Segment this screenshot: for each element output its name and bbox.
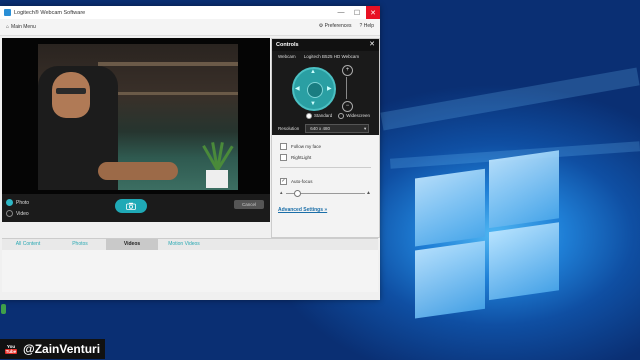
rightlight-checkbox[interactable]: RightLight (280, 154, 379, 161)
content-tabs: All Content Photos Videos Motion Videos (2, 238, 378, 250)
resolution-label: Resolution (278, 126, 300, 131)
mode-photo[interactable]: Photo (6, 199, 29, 206)
main-menu-label: Main Menu (11, 24, 36, 30)
tab-all-content[interactable]: All Content (2, 239, 54, 250)
preferences-label: Preferences (324, 23, 352, 29)
help-label: Help (363, 23, 374, 29)
controls-close-button[interactable]: ✕ (369, 40, 375, 48)
radio-icon (6, 210, 13, 217)
camera-icon (126, 202, 136, 210)
arrow-right-icon[interactable]: ▶ (327, 85, 332, 92)
arrow-up-icon[interactable]: ▲ (310, 69, 316, 75)
desktop-shortcut-icon[interactable] (1, 304, 6, 314)
main-menu-button[interactable]: ⌂ Main Menu (6, 24, 36, 30)
resolution-select[interactable]: 640 x 480 ▾ (305, 124, 370, 133)
zoom-out-icon[interactable]: − (342, 101, 353, 112)
checkbox-icon (280, 143, 287, 150)
standard-radio[interactable]: Standard (306, 113, 332, 119)
resolution-value: 640 x 480 (310, 126, 331, 131)
autofocus-label: Auto-focus (291, 179, 313, 184)
widescreen-radio[interactable]: Widescreen (338, 113, 370, 119)
home-icon: ⌂ (6, 24, 10, 30)
menu-bar: ⌂ Main Menu ⚙ Preferences ? Help (0, 19, 380, 36)
mode-video-label: Video (16, 210, 29, 217)
controls-panel: Controls ✕ Webcam Logitech B525 HD Webca… (271, 38, 380, 238)
capture-button[interactable] (115, 199, 147, 213)
radio-icon (6, 199, 13, 206)
far-focus-icon: ▲ (366, 190, 371, 196)
help-button[interactable]: ? Help (360, 23, 374, 29)
rightlight-label: RightLight (291, 155, 312, 160)
logitech-webcam-window: Logitech® Webcam Software — ☐ ✕ ⌂ Main M… (0, 6, 380, 300)
widescreen-label: Widescreen (346, 113, 371, 119)
tab-photos[interactable]: Photos (54, 239, 106, 250)
tab-motion-videos[interactable]: Motion Videos (158, 239, 210, 250)
webcam-feed (38, 44, 238, 190)
divider (280, 167, 371, 168)
minimize-button[interactable]: — (334, 6, 348, 19)
webcam-row: Webcam Logitech B525 HD Webcam (272, 51, 379, 61)
light-beam (380, 67, 640, 131)
close-button[interactable]: ✕ (366, 6, 380, 19)
controls-title: Controls (276, 42, 299, 48)
app-icon (4, 9, 11, 16)
autofocus-checkbox[interactable]: ✓ Auto-focus (280, 178, 379, 185)
capture-bar: Photo Video Cancel (2, 194, 270, 222)
resolution-row: Resolution 640 x 480 ▾ (278, 124, 370, 133)
radio-icon (306, 113, 312, 119)
focus-slider[interactable]: ▴ ▲ (280, 189, 371, 199)
chevron-down-icon: ▾ (364, 126, 367, 131)
pan-tilt-control[interactable]: ▲ ▼ ◀ ▶ (292, 67, 336, 111)
standard-label: Standard (314, 113, 333, 119)
follow-face-checkbox[interactable]: Follow my face (280, 143, 379, 150)
view-mode-group: Standard Widescreen (306, 113, 370, 119)
maximize-button[interactable]: ☐ (350, 6, 364, 19)
near-focus-icon: ▴ (280, 190, 283, 196)
slider-thumb[interactable] (294, 190, 301, 197)
webcam-name[interactable]: Logitech B525 HD Webcam (304, 54, 359, 59)
preferences-button[interactable]: ⚙ Preferences (319, 23, 352, 29)
windows-logo (415, 149, 565, 320)
arrow-left-icon[interactable]: ◀ (295, 85, 300, 92)
window-title: Logitech® Webcam Software (14, 9, 86, 16)
cancel-button[interactable]: Cancel (234, 200, 264, 209)
follow-face-label: Follow my face (291, 144, 322, 149)
channel-watermark: You Tube @ZainVenturi (0, 339, 106, 359)
youtube-logo-icon: You Tube (2, 340, 20, 358)
mode-video[interactable]: Video (6, 210, 29, 217)
advanced-settings-link[interactable]: Advanced Settings » (278, 207, 379, 213)
title-bar[interactable]: Logitech® Webcam Software — ☐ ✕ (0, 6, 380, 19)
plant-image (196, 142, 236, 190)
pan-zoom-area: ▲ ▼ ◀ ▶ + − Standard Widescreen Resoluti… (272, 61, 379, 135)
zoom-in-icon[interactable]: + (342, 65, 353, 76)
tab-videos[interactable]: Videos (106, 239, 158, 250)
checkbox-icon (280, 154, 287, 161)
zoom-control: + − (342, 65, 353, 112)
channel-handle: @ZainVenturi (23, 342, 101, 356)
mode-photo-label: Photo (16, 199, 30, 206)
webcam-label: Webcam (278, 53, 296, 59)
radio-icon (338, 113, 345, 119)
camera-preview: Photo Video Cancel (2, 38, 270, 222)
checkmark-icon: ✓ (280, 178, 287, 185)
zoom-slider[interactable] (346, 77, 347, 99)
arrow-down-icon[interactable]: ▼ (310, 101, 316, 107)
content-gallery (2, 250, 378, 292)
youtube-tube: Tube (4, 349, 18, 354)
controls-header: Controls ✕ (272, 39, 379, 51)
center-button[interactable] (307, 82, 323, 98)
